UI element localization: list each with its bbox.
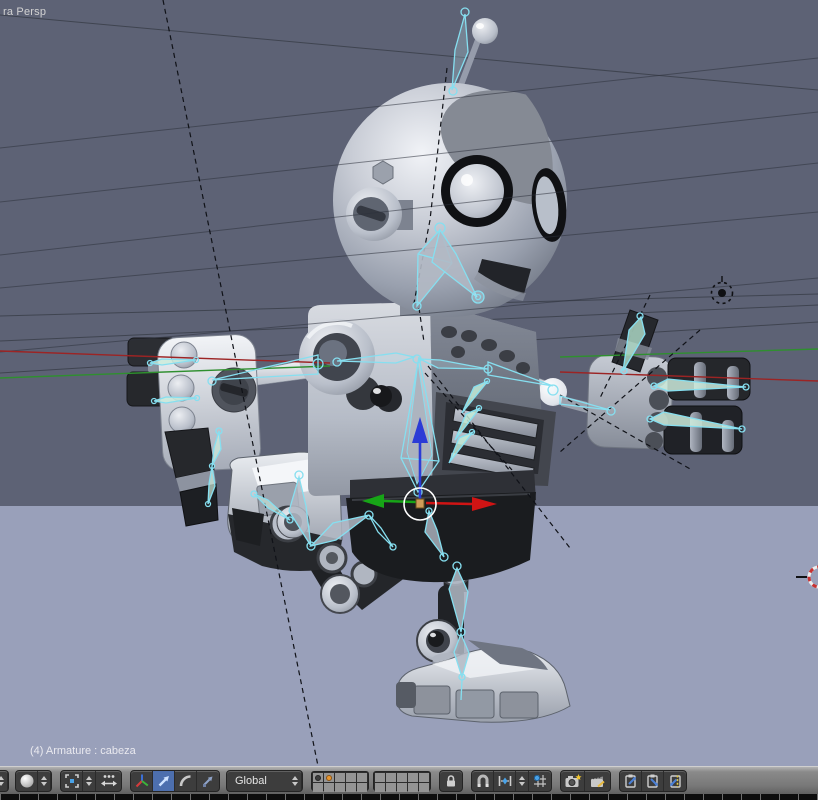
viewport-shading-spinner[interactable] [38, 770, 51, 791]
layer-cell[interactable] [357, 782, 367, 792]
layers-grid-2 [373, 770, 431, 792]
rotate-arc-icon [179, 774, 191, 786]
layer-cell[interactable] [408, 772, 418, 782]
layer-cell[interactable] [386, 772, 396, 782]
opengl-render-button[interactable] [561, 770, 585, 791]
scale-arrow-icon [203, 776, 213, 787]
layer-cell[interactable] [335, 772, 345, 782]
camera-star-icon [565, 773, 582, 787]
view-name-label: ra Persp [3, 6, 47, 18]
pivot-spinner[interactable] [83, 770, 96, 791]
mode-dropdown-spinner[interactable] [0, 769, 9, 792]
layer-cell[interactable] [313, 772, 323, 782]
pivot-group [60, 769, 122, 792]
mode-spinner[interactable] [0, 770, 8, 791]
copy-pose-icon [624, 774, 636, 788]
lock-group [439, 769, 463, 792]
manipulator-toggle-button[interactable] [131, 770, 153, 791]
manipulator-group [130, 769, 220, 792]
manipulator-scale-button[interactable] [197, 771, 219, 791]
lock-layers-button[interactable] [440, 771, 462, 791]
render-group [560, 769, 611, 792]
selected-object-label: (4) Armature : cabeza [30, 745, 136, 757]
lock-icon [447, 774, 455, 786]
orientation-label: Global [235, 774, 267, 787]
widget-center [415, 498, 425, 509]
move-centers-only-button[interactable] [96, 771, 121, 791]
layer-cell[interactable] [346, 772, 356, 782]
solid-shading-sphere-icon [20, 774, 33, 787]
copy-pose-button[interactable] [620, 770, 642, 791]
layer-cell[interactable] [408, 782, 418, 792]
paste-flipped-pose-button[interactable] [664, 771, 686, 791]
layer-cell[interactable] [419, 782, 429, 792]
pivot-bounding-box-icon [64, 773, 79, 788]
move-centers-icon [100, 774, 117, 786]
orientation-dropdown[interactable]: Global [227, 771, 289, 791]
timeline-strip[interactable] [0, 794, 818, 800]
layer-cell[interactable] [375, 772, 385, 782]
layer-cell[interactable] [397, 782, 407, 792]
pose-copy-group [619, 769, 687, 792]
manipulator-rotate-button[interactable] [175, 770, 197, 791]
snap-toggle-button[interactable] [472, 770, 494, 791]
snap-element-spinner[interactable] [516, 770, 529, 791]
translate-arrow-icon [158, 775, 169, 786]
pivot-button[interactable] [61, 770, 83, 791]
layers-grid-1 [311, 770, 369, 792]
paste-pose-icon [646, 774, 658, 788]
layer-cell[interactable] [324, 772, 334, 782]
clapperboard-icon [590, 775, 605, 787]
layer-cell[interactable] [324, 782, 334, 792]
manipulator-axes-icon [135, 774, 148, 787]
paste-pose-button[interactable] [642, 770, 664, 791]
layer-cell[interactable] [313, 782, 323, 792]
3d-viewport[interactable]: ra Persp (4) Armature : cabeza [0, 0, 818, 766]
layer-cell[interactable] [357, 772, 367, 782]
manipulator-translate-button[interactable] [153, 770, 175, 791]
snap-group [471, 769, 552, 792]
viewport-scene [0, 0, 818, 766]
magnet-icon [477, 774, 489, 787]
orientation-spinner[interactable] [289, 770, 302, 791]
layer-cell[interactable] [419, 772, 429, 782]
layer-cell[interactable] [375, 782, 385, 792]
layer-cell[interactable] [346, 782, 356, 792]
viewport-header: Global [0, 766, 818, 794]
layer-cell[interactable] [335, 782, 345, 792]
layer-cell[interactable] [397, 772, 407, 782]
snap-element-button[interactable] [494, 770, 516, 791]
layer-cell[interactable] [386, 782, 396, 792]
orientation-group: Global [226, 769, 303, 792]
opengl-render-anim-button[interactable] [585, 771, 610, 791]
snap-grid-icon [533, 774, 546, 787]
retopo-button[interactable] [529, 771, 551, 791]
viewport-shading-group [15, 769, 52, 792]
viewport-shading-button[interactable] [16, 770, 38, 791]
snap-element-icon [498, 775, 511, 786]
paste-flipped-pose-icon [670, 774, 681, 788]
